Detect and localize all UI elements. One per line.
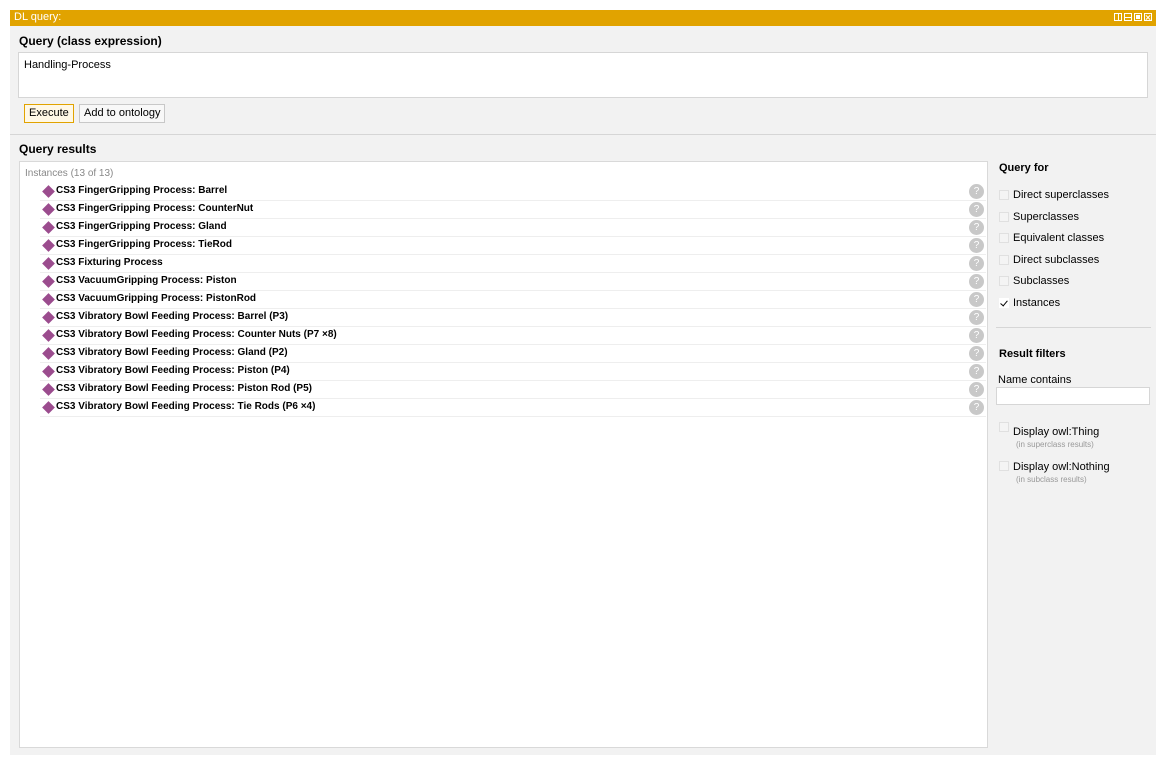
result-item-label: CS3 FingerGripping Process: CounterNut: [56, 203, 254, 214]
add-to-ontology-button[interactable]: Add to ontology: [79, 104, 166, 123]
query-for-title: Query for: [999, 162, 1049, 174]
window-controls: [1114, 13, 1152, 21]
query-for-option-label: Direct subclasses: [1013, 253, 1100, 266]
sidebar-divider: [996, 327, 1151, 328]
query-section-title: Query (class expression): [19, 34, 162, 48]
result-item-label: CS3 Vibratory Bowl Feeding Process: Pist…: [56, 365, 290, 376]
results-list: Instances (13 of 13) CS3 FingerGripping …: [19, 161, 988, 748]
owl-nothing-label: Display owl:Nothing: [1013, 461, 1110, 473]
result-item[interactable]: CS3 VacuumGripping Process: PistonRod?: [40, 291, 986, 309]
dl-query-panel: DL query: Query (class expression) Handl…: [10, 10, 1156, 755]
result-item[interactable]: CS3 FingerGripping Process: CounterNut?: [40, 201, 986, 219]
result-item-label: CS3 FingerGripping Process: TieRod: [56, 239, 232, 250]
checkbox-box[interactable]: [999, 276, 1009, 286]
result-item-label: CS3 Vibratory Bowl Feeding Process: Pist…: [56, 383, 312, 394]
diamond-icon: [42, 365, 55, 378]
result-item-label: CS3 Vibratory Bowl Feeding Process: Tie …: [56, 401, 316, 412]
help-icon[interactable]: ?: [969, 346, 984, 361]
diamond-icon: [42, 347, 55, 360]
result-item[interactable]: CS3 Vibratory Bowl Feeding Process: Pist…: [40, 363, 986, 381]
query-for-option-label: Equivalent classes: [1013, 232, 1105, 244]
help-icon[interactable]: ?: [969, 184, 984, 199]
help-icon[interactable]: ?: [969, 238, 984, 253]
diamond-icon: [42, 383, 55, 396]
diamond-icon: [42, 329, 55, 342]
help-icon[interactable]: ?: [969, 220, 984, 235]
result-item[interactable]: CS3 Fixturing Process?: [40, 255, 986, 273]
result-item-label: CS3 VacuumGripping Process: PistonRod: [56, 293, 257, 304]
result-item-label: CS3 Fixturing Process: [56, 257, 163, 268]
result-item[interactable]: CS3 Vibratory Bowl Feeding Process: Barr…: [40, 309, 986, 327]
diamond-icon: [42, 401, 55, 414]
results-header: Instances (13 of 13): [25, 168, 114, 179]
result-item[interactable]: CS3 Vibratory Bowl Feeding Process: Tie …: [40, 399, 986, 417]
diamond-icon: [42, 185, 55, 198]
help-icon[interactable]: ?: [969, 274, 984, 289]
title-bar: DL query:: [10, 10, 1156, 26]
query-for-option-label: Subclasses: [1013, 275, 1070, 287]
query-for-option-label: Instances: [1013, 296, 1061, 309]
diamond-icon: [42, 311, 55, 324]
execute-button[interactable]: Execute: [24, 104, 74, 123]
result-item[interactable]: CS3 FingerGripping Process: Barrel?: [40, 183, 986, 201]
diamond-icon: [42, 293, 55, 306]
split-vertical-icon[interactable]: [1114, 13, 1122, 21]
diamond-icon: [42, 203, 55, 216]
result-item-label: CS3 VacuumGripping Process: Piston: [56, 275, 237, 286]
result-item[interactable]: CS3 Vibratory Bowl Feeding Process: Pist…: [40, 381, 986, 399]
owl-nothing-note: (in subclass results): [1016, 475, 1087, 484]
help-icon[interactable]: ?: [969, 400, 984, 415]
result-item[interactable]: CS3 FingerGripping Process: TieRod?: [40, 237, 986, 255]
help-icon[interactable]: ?: [969, 382, 984, 397]
result-item[interactable]: CS3 VacuumGripping Process: Piston?: [40, 273, 986, 291]
checkbox-box[interactable]: [999, 254, 1009, 265]
help-icon[interactable]: ?: [969, 202, 984, 217]
name-contains-input[interactable]: [996, 387, 1150, 405]
result-item-label: CS3 Vibratory Bowl Feeding Process: Barr…: [56, 311, 289, 322]
maximize-icon[interactable]: [1134, 13, 1142, 21]
checkbox-box[interactable]: [999, 190, 1009, 200]
help-icon[interactable]: ?: [969, 256, 984, 271]
query-for-option-label: Direct superclasses: [1013, 189, 1109, 201]
result-item-label: CS3 FingerGripping Process: Barrel: [56, 185, 228, 196]
diamond-icon: [42, 275, 55, 288]
help-icon[interactable]: ?: [969, 292, 984, 307]
checkbox-box[interactable]: [999, 211, 1009, 222]
checkbox-box[interactable]: [999, 297, 1009, 308]
checkbox-box[interactable]: [999, 233, 1009, 243]
result-item[interactable]: CS3 Vibratory Bowl Feeding Process: Coun…: [40, 327, 986, 345]
result-filters-title: Result filters: [999, 348, 1066, 360]
close-icon[interactable]: [1144, 13, 1152, 21]
result-item-label: CS3 Vibratory Bowl Feeding Process: Coun…: [56, 329, 337, 340]
result-item[interactable]: CS3 Vibratory Bowl Feeding Process: Glan…: [40, 345, 986, 363]
diamond-icon: [42, 257, 55, 270]
owl-thing-note: (in superclass results): [1016, 440, 1094, 449]
section-divider: [10, 134, 1156, 135]
panel-title: DL query:: [14, 11, 62, 23]
diamond-icon: [42, 221, 55, 234]
split-horizontal-icon[interactable]: [1124, 13, 1132, 21]
result-item-label: CS3 Vibratory Bowl Feeding Process: Glan…: [56, 347, 288, 358]
result-item-label: CS3 FingerGripping Process: Gland: [56, 221, 227, 232]
query-for-option-label: Superclasses: [1013, 210, 1080, 223]
name-contains-label: Name contains: [998, 374, 1072, 386]
checkbox-box[interactable]: [999, 422, 1009, 432]
help-icon[interactable]: ?: [969, 328, 984, 343]
help-icon[interactable]: ?: [969, 364, 984, 379]
checkbox-box[interactable]: [999, 461, 1009, 471]
help-icon[interactable]: ?: [969, 310, 984, 325]
result-item[interactable]: CS3 FingerGripping Process: Gland?: [40, 219, 986, 237]
diamond-icon: [42, 239, 55, 252]
class-expression-input[interactable]: Handling-Process: [18, 52, 1148, 98]
owl-thing-label: Display owl:Thing: [1013, 426, 1100, 438]
results-section-title: Query results: [19, 142, 97, 156]
